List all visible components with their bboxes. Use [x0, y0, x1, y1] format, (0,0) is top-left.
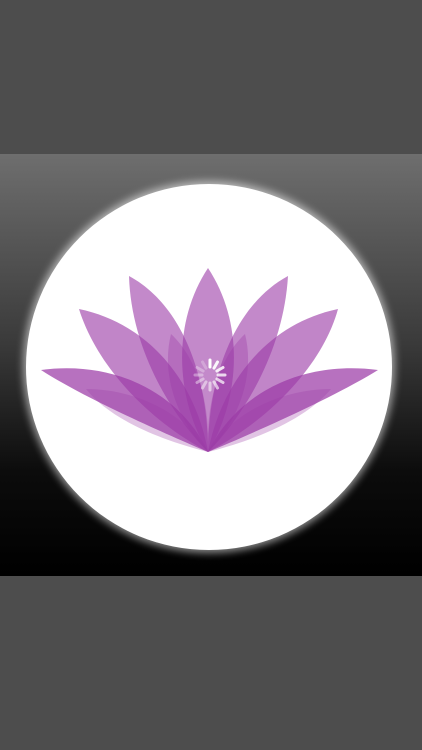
splash-screen: [0, 0, 422, 750]
activity-spinner-icon: [193, 358, 227, 392]
bottom-letterbox-bar: [0, 576, 422, 750]
top-letterbox-bar: [0, 0, 422, 154]
